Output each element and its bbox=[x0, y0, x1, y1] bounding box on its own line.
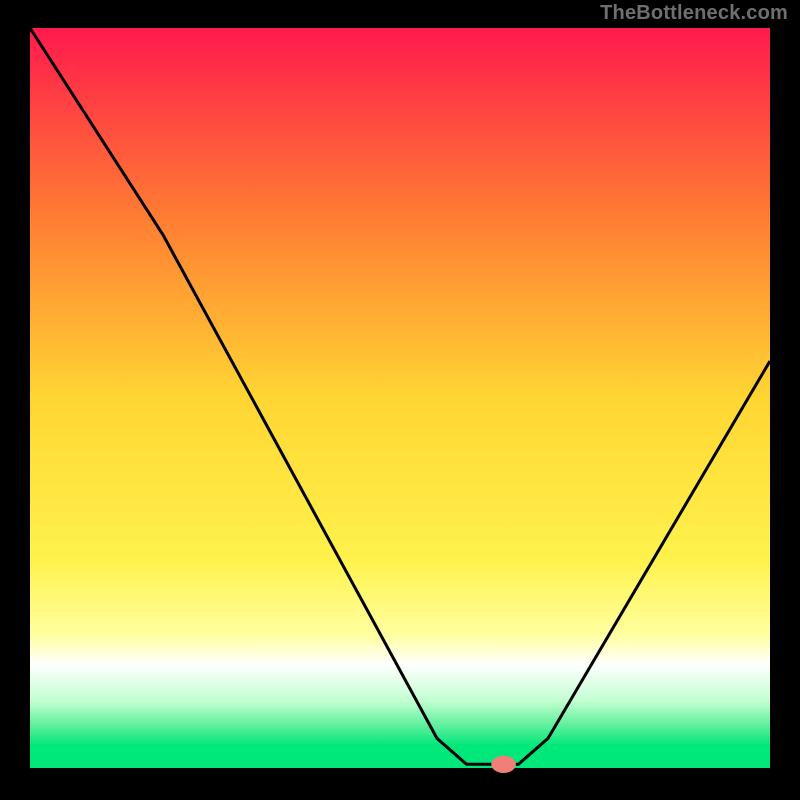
green-band bbox=[30, 755, 770, 768]
chart-svg bbox=[0, 0, 800, 800]
chart-stage: TheBottleneck.com bbox=[0, 0, 800, 800]
optimal-marker bbox=[492, 756, 516, 772]
plot-background bbox=[30, 28, 770, 768]
watermark-text: TheBottleneck.com bbox=[600, 2, 788, 25]
